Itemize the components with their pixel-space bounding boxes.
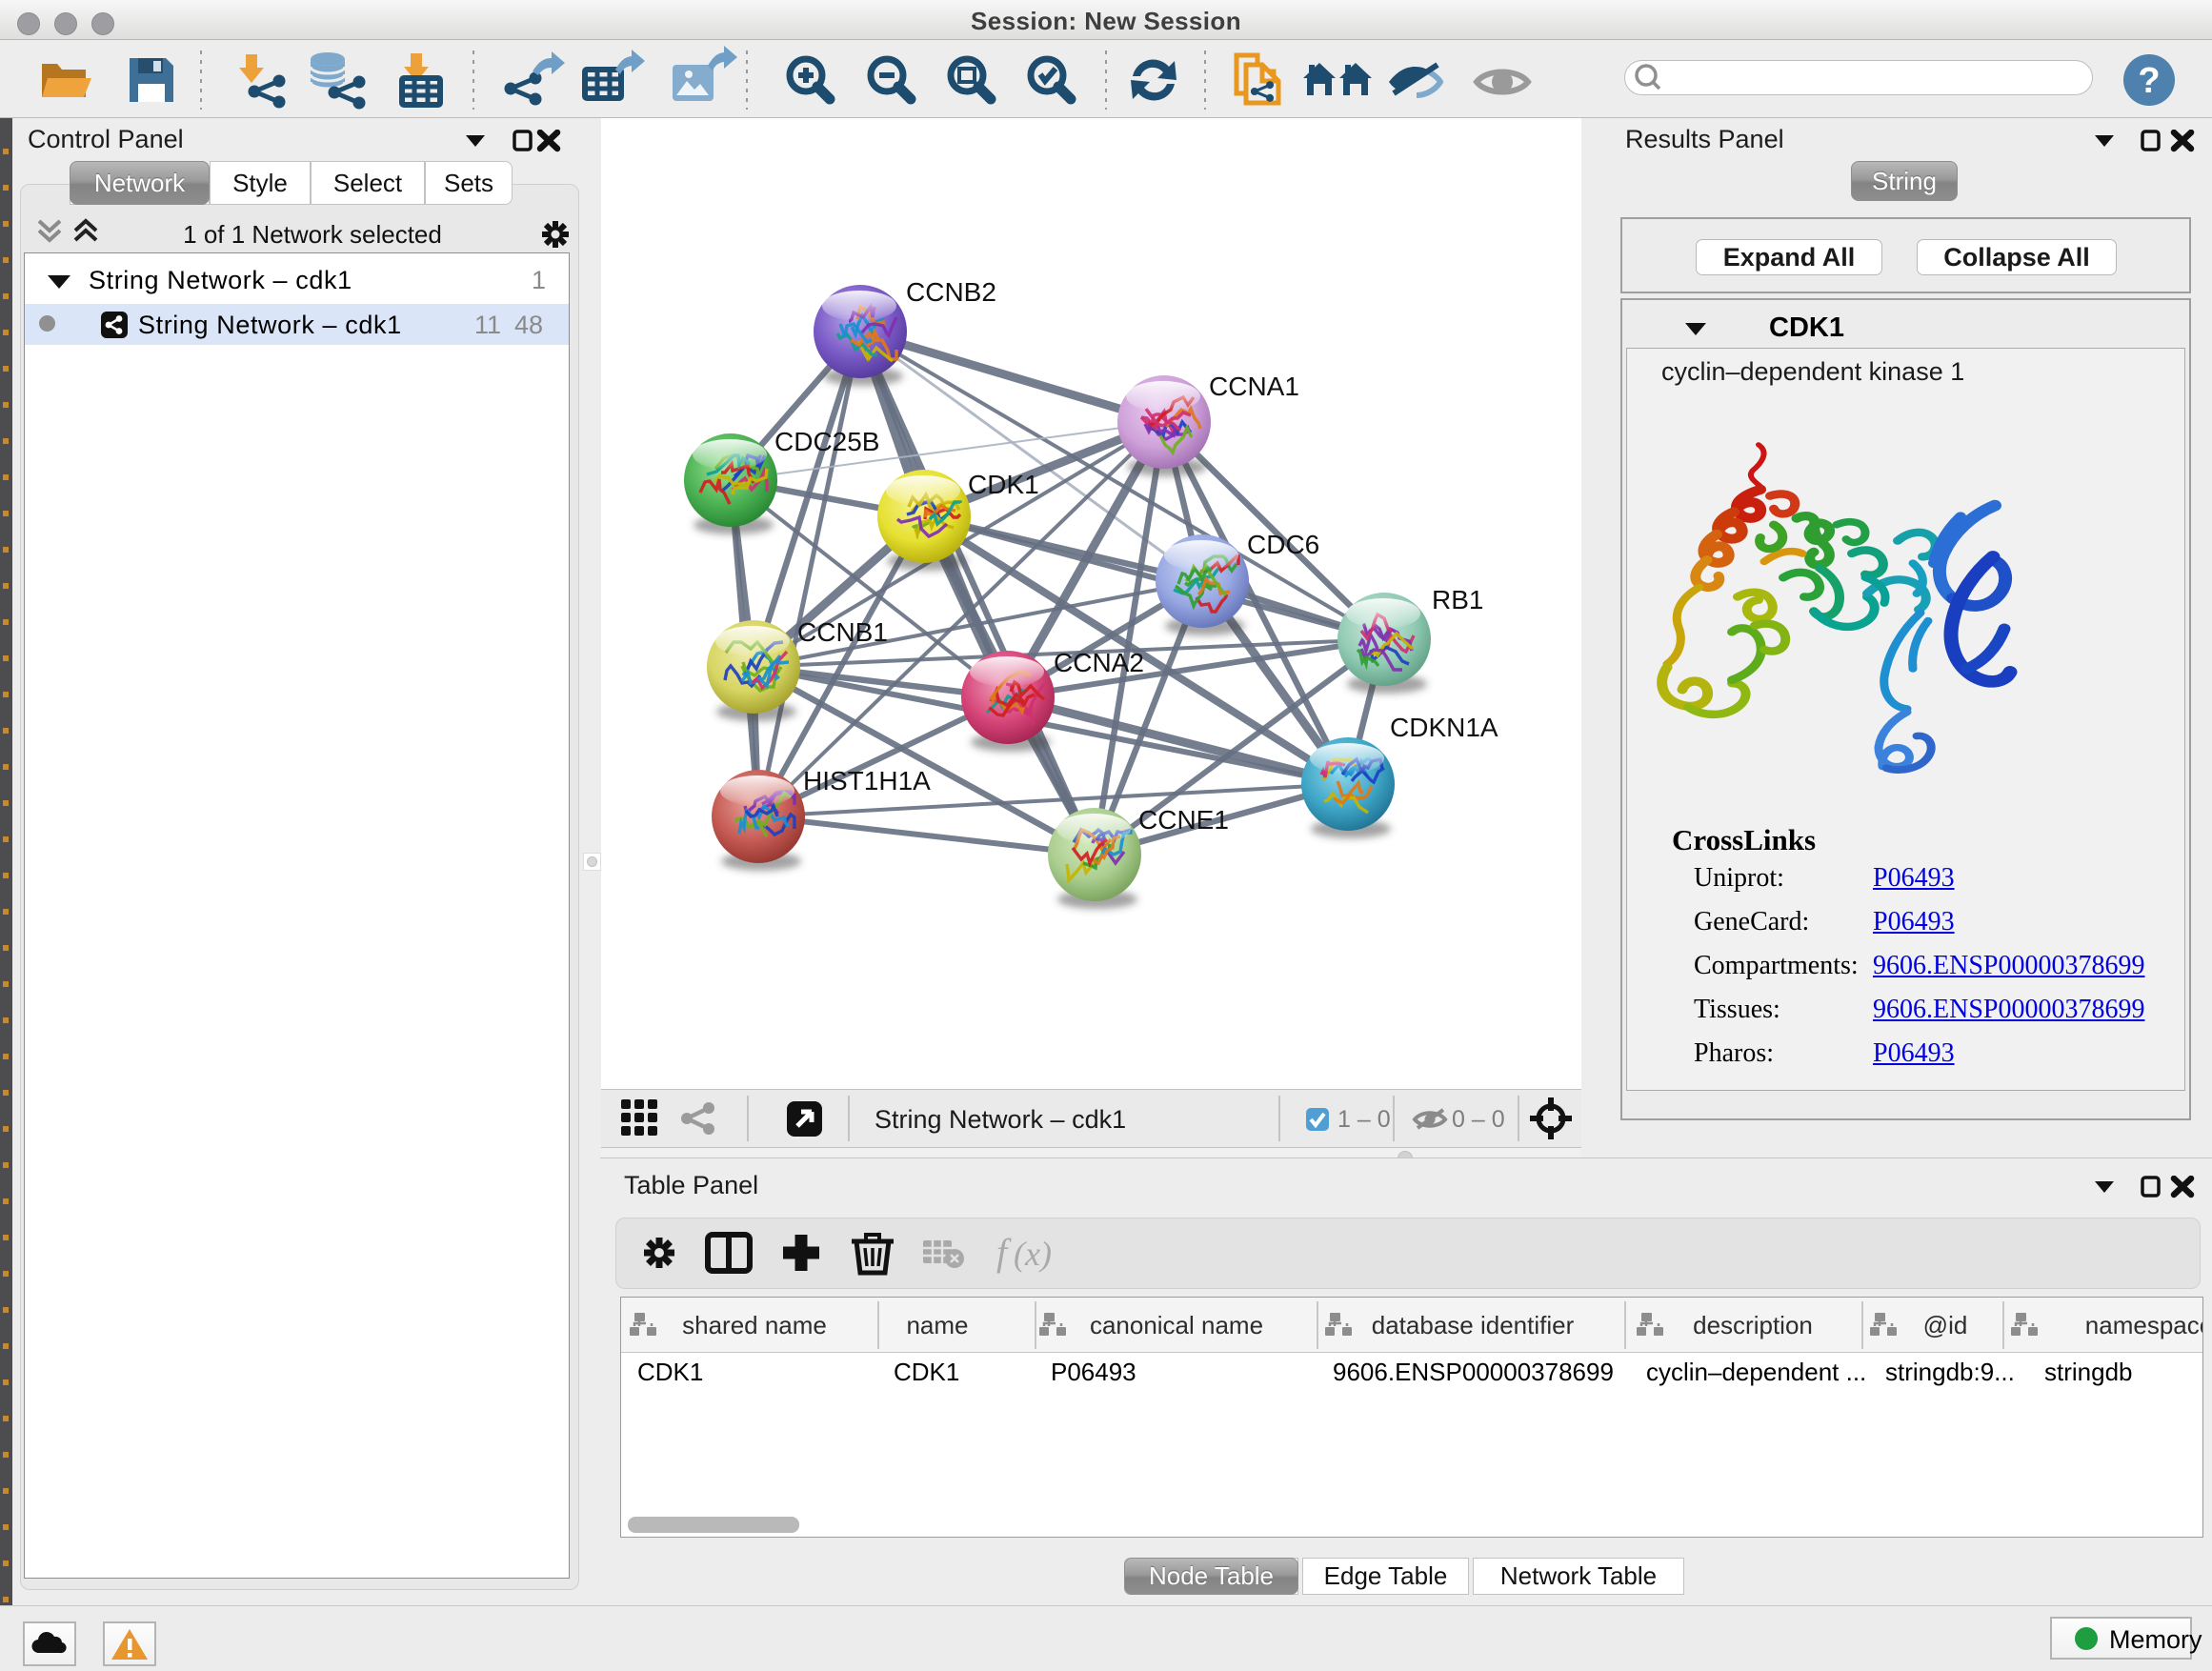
svg-text:description: description <box>1693 1311 1813 1339</box>
svg-text:?: ? <box>2138 61 2160 101</box>
svg-text:HIST1H1A: HIST1H1A <box>803 766 931 795</box>
svg-text:CCNA2: CCNA2 <box>1054 648 1144 677</box>
svg-text:1 of 1 Network selected: 1 of 1 Network selected <box>183 220 442 249</box>
svg-text:CCNB1: CCNB1 <box>797 617 888 647</box>
svg-text:CDK1: CDK1 <box>637 1358 703 1386</box>
svg-text:CCNA1: CCNA1 <box>1209 372 1299 401</box>
svg-text:CDK1: CDK1 <box>968 470 1039 499</box>
svg-text:cyclin–dependent ...: cyclin–dependent ... <box>1646 1358 1866 1386</box>
svg-text:9606.ENSP00000378699: 9606.ENSP00000378699 <box>1333 1358 1614 1386</box>
svg-text:@id: @id <box>1923 1311 1968 1339</box>
svg-text:(x): (x) <box>1014 1235 1052 1273</box>
svg-text:0 – 0: 0 – 0 <box>1452 1106 1505 1133</box>
svg-text:CCNE1: CCNE1 <box>1138 805 1229 835</box>
svg-text:1 – 0: 1 – 0 <box>1337 1106 1391 1133</box>
svg-text:namespace: namespace <box>2085 1311 2202 1339</box>
svg-text:canonical name: canonical name <box>1090 1311 1263 1339</box>
svg-text:CDC25B: CDC25B <box>774 427 879 456</box>
svg-text:stringdb:9...: stringdb:9... <box>1885 1358 2015 1386</box>
svg-text:f: f <box>996 1231 1012 1274</box>
svg-text:name: name <box>906 1311 968 1339</box>
svg-text:stringdb: stringdb <box>2044 1358 2133 1386</box>
svg-text:RB1: RB1 <box>1432 585 1483 614</box>
svg-text:CDKN1A: CDKN1A <box>1390 713 1498 742</box>
svg-text:shared name: shared name <box>682 1311 827 1339</box>
svg-text:String Network – cdk1: String Network – cdk1 <box>875 1105 1126 1134</box>
svg-text:P06493: P06493 <box>1051 1358 1136 1386</box>
svg-text:CDC6: CDC6 <box>1247 530 1319 559</box>
svg-text:CDK1: CDK1 <box>894 1358 959 1386</box>
svg-text:database identifier: database identifier <box>1372 1311 1575 1339</box>
svg-text:CCNB2: CCNB2 <box>906 277 996 307</box>
